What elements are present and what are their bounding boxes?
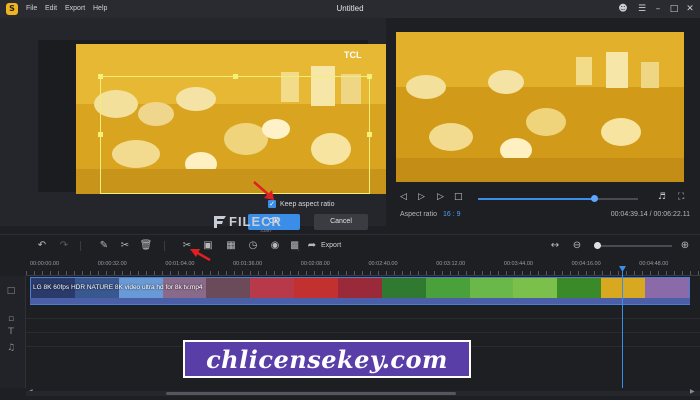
zoom-slider[interactable] [594, 245, 672, 247]
minimize-icon[interactable]: – [652, 3, 664, 15]
ruler-time-label: 00:03:12.00 [436, 261, 466, 267]
fullscreen-icon[interactable]: ⛶ [678, 191, 684, 203]
delete-icon[interactable]: 🗑 [139, 239, 153, 253]
filecr-watermark: FILECR [214, 214, 282, 229]
toolbar-divider [80, 241, 81, 251]
crop-handle-left[interactable] [98, 132, 103, 137]
ruler-time-label: 00:02:40.00 [368, 261, 398, 267]
aspect-ratio-label: Aspect ratio [400, 211, 437, 218]
pip-track-row[interactable] [26, 305, 700, 319]
close-icon[interactable]: ✕ [684, 3, 696, 15]
ruler-time-label: 00:04:16.00 [571, 261, 601, 267]
zoom-in-icon[interactable]: ⊕ [678, 239, 692, 253]
mosaic-icon[interactable]: ▩ [288, 239, 302, 253]
play-icon[interactable]: ▷ [418, 191, 425, 203]
ruler-ticks [26, 271, 700, 275]
crop-rectangle[interactable] [100, 76, 370, 194]
video-track-icon[interactable]: □ [5, 285, 17, 297]
prev-frame-icon[interactable]: ◁ [400, 191, 407, 203]
volume-icon[interactable]: ♬ [658, 191, 666, 203]
undo-icon[interactable]: ↶ [35, 239, 49, 253]
seek-bar[interactable] [478, 195, 638, 202]
ruler-time-label: 00:00:32.00 [97, 261, 127, 267]
ruler-time-label: 00:01:04.00 [165, 261, 195, 267]
track-header-column: □ ▫ T ♫ [0, 276, 26, 388]
crop-handle-top-right[interactable] [367, 74, 372, 79]
menu-export[interactable]: Export [65, 5, 85, 12]
scissors-icon[interactable]: ✂ [118, 239, 132, 253]
text-track-row[interactable] [26, 319, 700, 333]
export-button[interactable]: Export [321, 242, 341, 249]
tcl-overlay: TCL [344, 50, 362, 60]
seek-handle[interactable] [591, 195, 599, 202]
time-current: 00:04:39.14 [610, 211, 648, 218]
ruler-time-label: 00:03:44.00 [503, 261, 533, 267]
seek-progress [478, 198, 595, 200]
export-icon[interactable]: ➦ [305, 239, 319, 253]
ruler-time-label: 00:02:08.00 [300, 261, 330, 267]
zoom-handle[interactable] [593, 242, 601, 249]
crop-handle-top-left[interactable] [98, 74, 103, 79]
edit-toolbar: ↶ ↷ ✎ ✂ 🗑 ✂ ▣ ▦ ◷ ◉ ▩ ➦ Export ↔ ⊖ ⊕ [0, 234, 700, 262]
user-icon[interactable]: ☻ [617, 3, 629, 15]
keep-aspect-label: Keep aspect ratio [280, 200, 335, 208]
time-total: 00:06:22.11 [653, 211, 690, 218]
freeze-icon[interactable]: ◉ [268, 239, 282, 253]
playhead[interactable] [622, 268, 623, 388]
crop-canvas: TCL [38, 40, 394, 194]
scroll-right-icon[interactable]: ▶ [690, 388, 695, 395]
stop-icon[interactable]: □ [454, 191, 463, 203]
timeline-ruler[interactable]: 00:00:00.00 00:00:32.00 00:01:04.00 00:01:3… [26, 258, 700, 276]
watermark-text: FILECR [229, 214, 282, 229]
ruler-time-label: 00:00:00.00 [30, 261, 60, 267]
time-readout: 00:04:39.14 / 00:06:22.11 [610, 211, 690, 218]
aspect-ratio-value[interactable]: 16 : 9 [443, 211, 461, 218]
pip-track-icon[interactable]: ▫ [5, 313, 17, 325]
duration-icon[interactable]: ◷ [246, 239, 260, 253]
cancel-button[interactable]: Cancel [314, 214, 368, 230]
app-logo: S [6, 3, 18, 15]
ruler-time-label: 00:01:36.00 [233, 261, 263, 267]
ruler-time-label: 00:04:48.00 [639, 261, 669, 267]
menu-help[interactable]: Help [93, 5, 107, 12]
zoom-out-icon[interactable]: ⊖ [570, 239, 584, 253]
toolbar-divider [164, 241, 165, 251]
redo-icon[interactable]: ↷ [57, 239, 71, 253]
maximize-icon[interactable]: □ [668, 3, 680, 15]
preview-panel: ◁ ▷ ▷ □ ♬ ⛶ Aspect ratio 16 : 9 00:04:39.… [386, 18, 700, 226]
crop-panel: TCL ✓ Keep aspect ratio OK Cancel [0, 18, 394, 230]
filecr-logo-icon [214, 215, 226, 228]
playback-controls: ◁ ▷ ▷ □ ♬ ⛶ [386, 190, 700, 206]
toolbar-divider [298, 241, 299, 251]
timeline-scrollbar[interactable] [26, 391, 700, 396]
annotation-arrow-icon [253, 181, 274, 200]
split-icon[interactable]: ▦ [224, 239, 238, 253]
scrollbar-thumb[interactable] [166, 392, 456, 395]
preview-video [396, 32, 684, 182]
music-track-icon[interactable]: ♫ [5, 342, 17, 354]
fit-timeline-icon[interactable]: ↔ [548, 239, 562, 253]
clip-audio-waveform [30, 298, 690, 304]
pen-icon[interactable]: ✎ [97, 239, 111, 253]
menu-icon[interactable]: ☰ [636, 3, 648, 15]
menu-edit[interactable]: Edit [45, 5, 57, 12]
site-banner: chlicensekey.com [183, 340, 471, 378]
crop-handle-top[interactable] [233, 74, 238, 79]
aspect-ratio-readout: Aspect ratio 16 : 9 [400, 211, 460, 218]
banner-text: chlicensekey.com [206, 344, 448, 374]
menu-file[interactable]: File [26, 5, 37, 12]
crop-handle-right[interactable] [367, 132, 372, 137]
next-frame-icon[interactable]: ▷ [437, 191, 444, 203]
title-bar: S File Edit Export Help Untitled ☻ ☰ – □… [0, 0, 700, 18]
clip-name: LG 8K 60fps HDR NATURE 8K video ultra hd… [33, 284, 203, 291]
text-track-icon[interactable]: T [5, 326, 17, 338]
